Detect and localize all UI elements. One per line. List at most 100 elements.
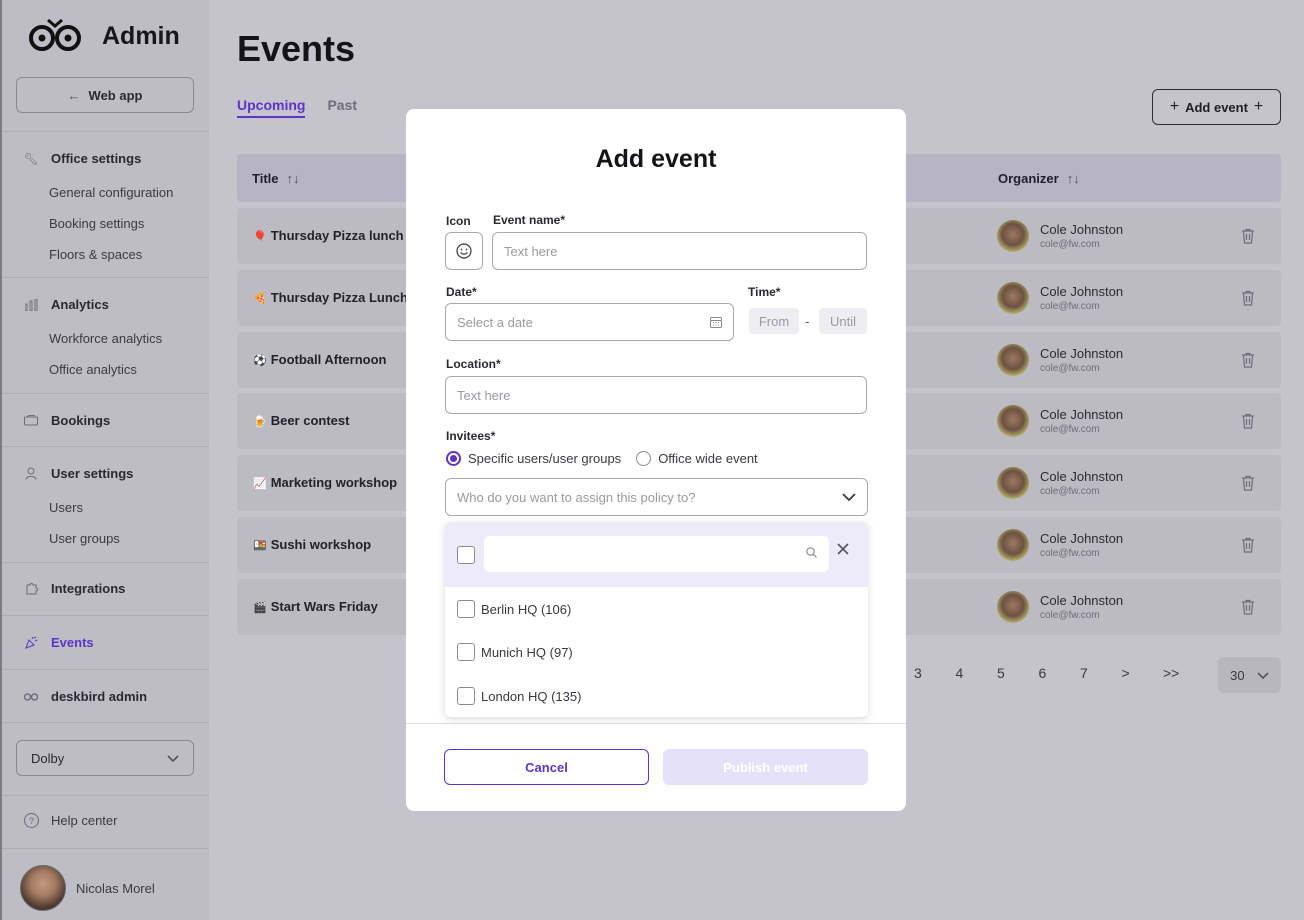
assign-dropdown[interactable]: Who do you want to assign this policy to…: [445, 478, 868, 516]
trash-icon[interactable]: [1241, 537, 1255, 553]
radio-office-wide[interactable]: [636, 451, 652, 466]
date-input[interactable]: Select a date: [445, 303, 734, 341]
tab-upcoming[interactable]: Upcoming: [237, 97, 306, 118]
event-emoji-icon: 🍱: [253, 540, 267, 552]
publish-event-button[interactable]: Publish event: [663, 749, 868, 785]
user-profile[interactable]: Nicolas Morel: [20, 865, 155, 911]
chevron-down-icon: [167, 751, 179, 766]
column-organizer[interactable]: Organizer ↑↓: [998, 171, 1080, 186]
select-all-checkbox[interactable]: [457, 546, 475, 564]
sidebar-item-workforce-analytics[interactable]: Workforce analytics: [49, 331, 162, 346]
option-london-hq[interactable]: London HQ (135): [481, 689, 581, 704]
trash-icon[interactable]: [1241, 352, 1255, 368]
bar-chart-icon: [24, 298, 38, 312]
event-title-text: Thursday Pizza Lunch: [270, 290, 408, 305]
organizer-email: cole@fw.com: [1040, 610, 1100, 621]
time-from-input[interactable]: From: [749, 308, 799, 334]
logo-row: Admin: [28, 16, 180, 56]
sidebar-item-bookings[interactable]: Bookings: [24, 413, 110, 428]
next-page-icon[interactable]: >: [1122, 665, 1164, 681]
option-checkbox[interactable]: [457, 643, 475, 661]
divider: [2, 562, 209, 563]
organizer-email: cole@fw.com: [1040, 424, 1100, 435]
sidebar-item-events[interactable]: Events: [24, 635, 94, 650]
avatar: [997, 529, 1029, 561]
page-6[interactable]: 6: [1039, 665, 1081, 681]
sidebar-item-label: Bookings: [51, 413, 111, 428]
option-checkbox[interactable]: [457, 687, 475, 705]
date-placeholder: Select a date: [457, 314, 533, 330]
trash-icon[interactable]: [1241, 290, 1255, 306]
web-app-label: Web app: [88, 87, 143, 103]
sidebar-item-office-settings[interactable]: 🔧︎ Office settings: [23, 151, 141, 166]
user-icon: [24, 467, 38, 481]
web-app-button[interactable]: ← Web app: [16, 77, 194, 113]
organizer-email: cole@fw.com: [1040, 301, 1100, 312]
owl-logo-icon: [29, 18, 81, 51]
trash-icon[interactable]: [1241, 228, 1255, 244]
sidebar-item-office-analytics[interactable]: Office analytics: [49, 362, 137, 377]
radio-specific-users[interactable]: [446, 451, 461, 466]
last-page-icon[interactable]: >>: [1163, 665, 1205, 681]
sort-icon: ↑↓: [1066, 171, 1080, 186]
icon-picker-button[interactable]: [445, 232, 483, 270]
avatar: [997, 220, 1029, 252]
option-checkbox[interactable]: [457, 600, 475, 618]
dropdown-header: [445, 522, 868, 587]
option-berlin-hq[interactable]: Berlin HQ (106): [481, 602, 571, 617]
radio-specific-label: Specific users/user groups: [468, 451, 622, 466]
per-page-select[interactable]: 30: [1218, 657, 1281, 693]
event-title-text: Start Wars Friday: [270, 599, 378, 614]
trash-icon[interactable]: [1241, 599, 1255, 615]
page-title: Events: [237, 28, 356, 69]
event-title-text: Marketing workshop: [270, 475, 398, 490]
time-until-input[interactable]: Until: [819, 308, 867, 334]
sidebar-item-users[interactable]: Users: [49, 500, 83, 515]
page-3[interactable]: 3: [914, 665, 956, 681]
avatar: [997, 344, 1029, 376]
add-event-button[interactable]: + Add event +: [1152, 89, 1281, 125]
location-input[interactable]: Text here: [445, 376, 867, 414]
page-5[interactable]: 5: [997, 665, 1039, 681]
column-title[interactable]: Title ↑↓: [252, 171, 300, 186]
user-name: Nicolas Morel: [76, 880, 155, 896]
sidebar-item-general-configuration[interactable]: General configuration: [49, 185, 173, 200]
help-center-link[interactable]: ? Help center: [24, 813, 117, 828]
trash-icon[interactable]: [1241, 413, 1255, 429]
assign-placeholder: Who do you want to assign this policy to…: [457, 489, 696, 505]
sidebar-item-analytics[interactable]: Analytics: [24, 297, 109, 312]
sidebar-item-booking-settings[interactable]: Booking settings: [49, 216, 144, 231]
dropdown-search-input[interactable]: [484, 536, 829, 572]
cancel-button[interactable]: Cancel: [444, 749, 649, 785]
option-munich-hq[interactable]: Munich HQ (97): [481, 645, 573, 660]
event-title-text: Thursday Pizza lunch: [270, 228, 404, 243]
event-name-label: Event name*: [493, 213, 566, 227]
sidebar-item-floors-spaces[interactable]: Floors & spaces: [49, 247, 142, 262]
sidebar-item-integrations[interactable]: Integrations: [24, 581, 125, 596]
help-center-label: Help center: [51, 813, 118, 828]
event-emoji-icon: 🎈: [253, 231, 267, 243]
event-name-input[interactable]: Text here: [492, 232, 867, 270]
page-4[interactable]: 4: [956, 665, 998, 681]
invitees-radio-group: Specific users/user groups Office wide e…: [446, 451, 758, 466]
sidebar-item-deskbird-admin[interactable]: deskbird admin: [24, 689, 147, 704]
organizer-email: cole@fw.com: [1040, 548, 1100, 559]
sidebar: Admin ← Web app 🔧︎ Office settings Gener…: [0, 0, 209, 920]
event-emoji-icon: ⚽: [253, 355, 267, 367]
organizer-name: Cole Johnston: [1040, 407, 1124, 422]
trash-icon[interactable]: [1241, 475, 1255, 491]
page-7[interactable]: 7: [1080, 665, 1122, 681]
modal-divider: [406, 723, 906, 724]
pagination: 3 4 5 6 7 > >>: [914, 665, 1205, 681]
column-title-label: Title: [252, 171, 279, 186]
tab-past[interactable]: Past: [327, 97, 357, 118]
search-icon: [806, 547, 817, 558]
avatar: [997, 467, 1029, 499]
sidebar-item-user-groups[interactable]: User groups: [49, 531, 120, 546]
close-icon[interactable]: [837, 543, 849, 555]
office-select[interactable]: Dolby: [16, 740, 194, 776]
event-title-text: Beer contest: [270, 413, 350, 428]
chevron-down-icon: [1257, 668, 1269, 683]
sidebar-item-user-settings[interactable]: User settings: [24, 466, 133, 481]
organizer-name: Cole Johnston: [1040, 469, 1124, 484]
